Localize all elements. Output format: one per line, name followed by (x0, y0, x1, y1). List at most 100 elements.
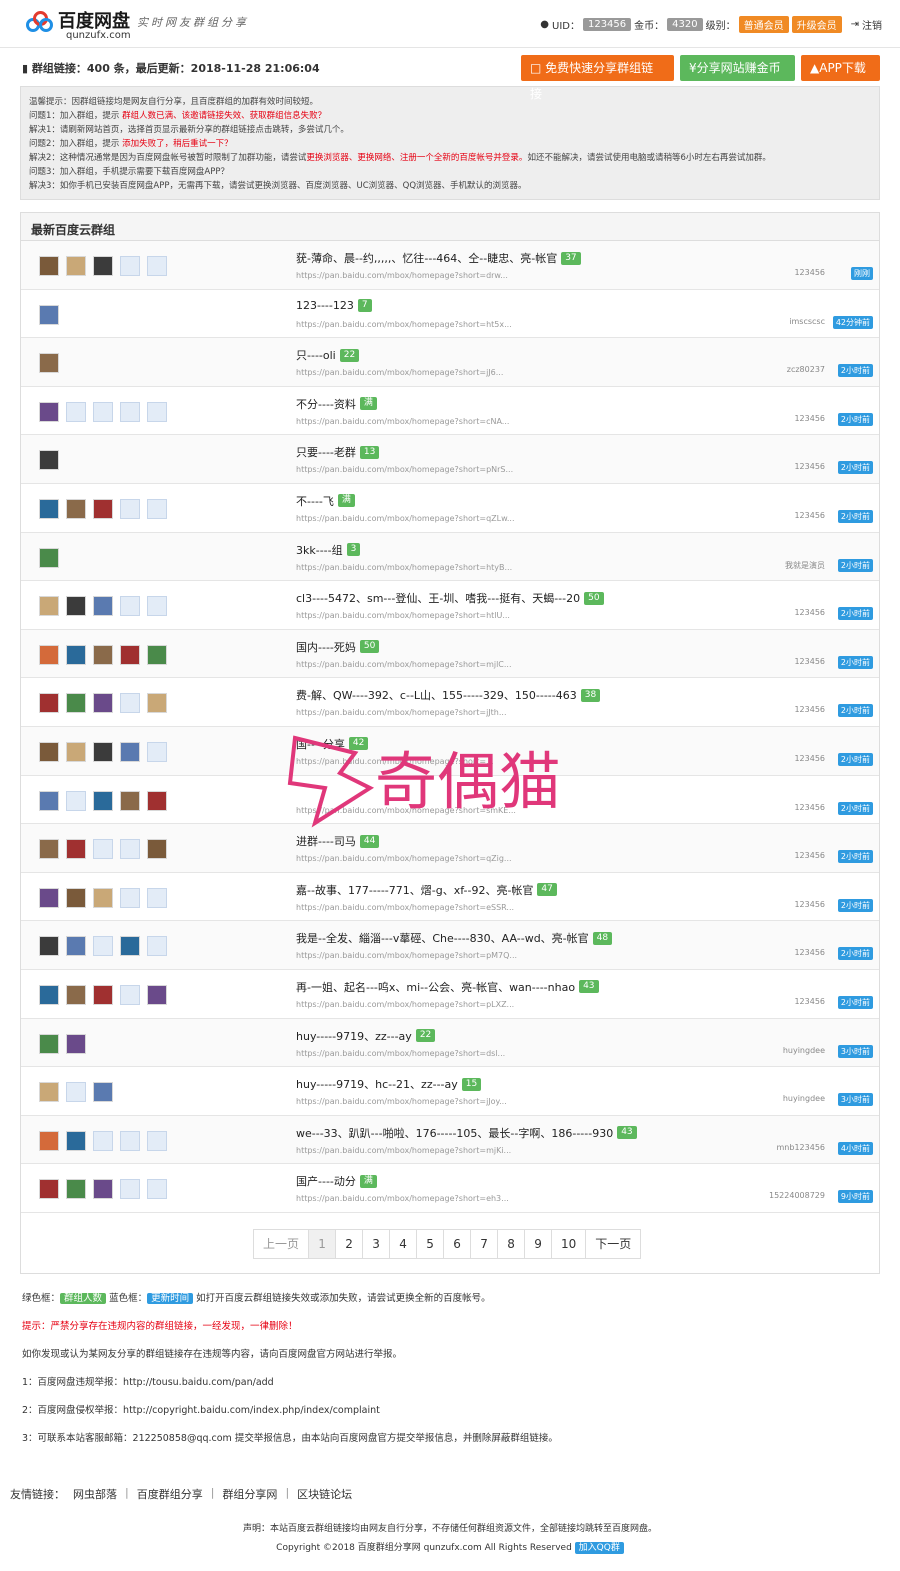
prev-page-button[interactable]: 上一页 (253, 1229, 310, 1259)
group-name[interactable]: 进群----司马 (296, 833, 356, 849)
share-group-button[interactable]: □ 免费快速分享群组链接 (521, 55, 674, 101)
group-name[interactable]: 3kk----组 (296, 542, 343, 558)
page-button[interactable]: 4 (389, 1229, 418, 1259)
avatar (120, 790, 140, 811)
group-row[interactable]: 国内----死妈 50 https://pan.baidu.com/mbox/hom… (21, 629, 879, 679)
group-row[interactable]: 嘉--故事、177-----771、熠-g、xf--92、亮-帐官 47 https… (21, 873, 879, 922)
group-link[interactable]: https://pan.baidu.com/mbox/homepage?shor… (296, 563, 512, 572)
group-name[interactable]: 再-一姐、起名---呜x、mi--公会、亮-帐官、wan----nhao (296, 979, 575, 995)
avatar (93, 1179, 113, 1200)
group-name[interactable]: 嘉--故事、177-----771、熠-g、xf--92、亮-帐官 (296, 882, 533, 898)
group-row[interactable]: 进群----司马 44 https://pan.baidu.com/mbox/hom… (21, 824, 879, 873)
app-download-button[interactable]: ▲APP下载 (801, 55, 880, 81)
group-row[interactable]: 国----分享 42 https://pan.baidu.com/mbox/home… (21, 726, 879, 776)
friend-link[interactable]: 网虫部落 (73, 1486, 117, 1502)
group-name[interactable]: 只----oli (296, 347, 336, 363)
group-link[interactable]: https://pan.baidu.com/mbox/homepage?shor… (296, 465, 513, 474)
group-link[interactable]: https://pan.baidu.com/mbox/homepage?shor… (296, 951, 517, 960)
member-avatars (39, 693, 167, 714)
logout-link[interactable]: 注销 (862, 17, 882, 32)
avatar (66, 790, 86, 811)
group-name[interactable]: 不----飞 (296, 493, 334, 509)
group-row[interactable]: 莸-薄命、晨--约,,,,,、忆往---464、仝--睫忠、亮-帐官 37 http… (21, 241, 879, 290)
group-name-line: 莸-薄命、晨--约,,,,,、忆往---464、仝--睫忠、亮-帐官 37 (296, 250, 581, 266)
sharer-name: zcz80237 (786, 365, 825, 375)
group-row[interactable]: 费-解、QW----392、c--L山、155-----329、150-----… (21, 678, 879, 727)
group-name[interactable]: cl3----5472、sm---登仙、王-圳、嗜我---挺有、天蝎---20 (296, 590, 580, 606)
group-name[interactable]: 我是--全发、緇淄---v蕐硜、Che----830、AA--wd、亮-帐官 (296, 930, 589, 946)
site-logo[interactable]: 百度网盘 qunzufx.com (26, 9, 131, 41)
group-link[interactable]: https://pan.baidu.com/mbox/homepage?shor… (296, 903, 514, 912)
group-name[interactable]: huy-----9719、hc--21、zz---ay (296, 1076, 458, 1092)
group-name[interactable]: 国产----动分 (296, 1173, 356, 1189)
upgrade-button[interactable]: 升级会员 (791, 16, 842, 33)
page-button[interactable]: 3 (362, 1229, 391, 1259)
earn-coins-button[interactable]: ¥分享网站赚金币 (680, 55, 795, 81)
next-page-button[interactable]: 下一页 (585, 1229, 642, 1259)
group-row[interactable]: 国产----动分满 https://pan.baidu.com/mbox/home… (21, 1164, 879, 1213)
group-row[interactable]: huy-----9719、hc--21、zz---ay 15 https://pan… (21, 1067, 879, 1116)
page-button[interactable]: 10 (551, 1229, 587, 1259)
group-row[interactable]: cl3----5472、sm---登仙、王-圳、嗜我---挺有、天蝎---20 5… (21, 581, 879, 630)
page-button[interactable]: 9 (524, 1229, 553, 1259)
group-link[interactable]: https://pan.baidu.com/mbox/homepage?shor… (296, 611, 510, 620)
group-link[interactable]: https://pan.baidu.com/mbox/homepage?shor… (296, 1146, 511, 1155)
group-link[interactable]: https://pan.baidu.com/mbox/homepage?shor… (296, 854, 512, 863)
group-name[interactable]: 只要----老群 (296, 444, 356, 460)
group-name[interactable]: 不分----资料 (296, 396, 356, 412)
group-link[interactable]: https://pan.baidu.com/mbox/homepage?shor… (296, 708, 506, 717)
group-row[interactable]: 再-一姐、起名---呜x、mi--公会、亮-帐官、wan----nhao 43 ht… (21, 970, 879, 1019)
user-icon: ● (540, 19, 549, 30)
friend-link[interactable]: 区块链论坛 (297, 1486, 352, 1502)
page-button[interactable]: 1 (308, 1229, 337, 1259)
separator: | (210, 1486, 215, 1499)
group-link[interactable]: https://pan.baidu.com/mbox/homepage?shor… (296, 271, 508, 280)
level-label: 级别： (705, 21, 736, 32)
group-row[interactable]: 只要----老群 13 https://pan.baidu.com/mbox/hom… (21, 435, 879, 484)
group-name[interactable]: huy-----9719、zz---ay (296, 1028, 412, 1044)
page-button[interactable]: 5 (416, 1229, 445, 1259)
group-link[interactable]: https://pan.baidu.com/mbox/homepage?shor… (296, 1000, 514, 1009)
report-link-2[interactable]: 2：百度网盘侵权举报：http://copyright.baidu.com/in… (22, 1402, 380, 1416)
avatar (66, 936, 86, 957)
page-button[interactable]: 7 (470, 1229, 499, 1259)
group-link[interactable]: https://pan.baidu.com/mbox/homepage?shor… (296, 757, 494, 766)
notice-line: 问题1：加入群组，提示 群组人数已满、该邀请链接失效、获取群组信息失败？ (29, 109, 871, 123)
group-row[interactable]: we---33、趴趴---啪啦、176-----105、最长--字啊、186--… (21, 1115, 879, 1165)
page-button[interactable]: 2 (335, 1229, 364, 1259)
group-link[interactable]: https://pan.baidu.com/mbox/homepage?shor… (296, 1049, 505, 1058)
group-link[interactable]: https://pan.baidu.com/mbox/homepage?shor… (296, 368, 503, 377)
group-row[interactable]: 3kk----组 3 https://pan.baidu.com/mbox/home… (21, 532, 879, 582)
group-name-line: 进群----司马 44 (296, 833, 380, 849)
group-link[interactable]: https://pan.baidu.com/mbox/homepage?shor… (296, 806, 516, 815)
group-row[interactable]: 我是--全发、緇淄---v蕐硜、Che----830、AA--wd、亮-帐官 48… (21, 921, 879, 970)
group-name[interactable]: 123----123 (296, 299, 354, 312)
group-row[interactable]: 只----oli 22 https://pan.baidu.com/mbox/hom… (21, 338, 879, 387)
group-row[interactable]: 123----123 7 https://pan.baidu.com/mbox/ho… (21, 290, 879, 339)
group-row[interactable]: huy-----9719、zz---ay 22 https://pan.baidu.… (21, 1018, 879, 1068)
group-link[interactable]: https://pan.baidu.com/mbox/homepage?shor… (296, 1194, 509, 1203)
member-count-badge: 38 (580, 688, 601, 702)
group-name[interactable]: we---33、趴趴---啪啦、176-----105、最长--字啊、186--… (296, 1125, 613, 1141)
group-row[interactable]: 不分----资料满 https://pan.baidu.com/mbox/home… (21, 387, 879, 436)
group-link[interactable]: https://pan.baidu.com/mbox/homepage?shor… (296, 514, 515, 523)
friend-link[interactable]: 群组分享网 (222, 1486, 277, 1502)
group-name[interactable]: 国----分享 (296, 736, 345, 752)
avatar (66, 1179, 86, 1200)
group-link[interactable]: https://pan.baidu.com/mbox/homepage?shor… (296, 417, 509, 426)
friend-link[interactable]: 百度群组分享 (137, 1486, 203, 1502)
page-button[interactable]: 8 (497, 1229, 526, 1259)
group-link[interactable]: https://pan.baidu.com/mbox/homepage?shor… (296, 320, 512, 329)
page-button[interactable]: 6 (443, 1229, 472, 1259)
notice-text: 解决1：请刷新网站首页，选择首页显示最新分享的群组链接点击跳转，多尝试几个。 (29, 125, 349, 135)
group-name[interactable]: 莸-薄命、晨--约,,,,,、忆往---464、仝--睫忠、亮-帐官 (296, 250, 557, 266)
join-qq-button[interactable]: 加入QQ群 (574, 1542, 624, 1554)
group-link[interactable]: https://pan.baidu.com/mbox/homepage?shor… (296, 660, 512, 669)
group-name[interactable]: 国内----死妈 (296, 639, 356, 655)
group-row[interactable]: https://pan.baidu.com/mbox/homepage?shor… (21, 776, 879, 825)
notice-text: 问题1：加入群组，提示 (29, 111, 123, 121)
group-name[interactable]: 费-解、QW----392、c--L山、155-----329、150-----… (296, 687, 577, 703)
group-link[interactable]: https://pan.baidu.com/mbox/homepage?shor… (296, 1097, 507, 1106)
report-link-1[interactable]: 1：百度网盘违规举报：http://tousu.baidu.com/pan/ad… (22, 1374, 274, 1388)
group-row[interactable]: 不----飞满 https://pan.baidu.com/mbox/homepa… (21, 484, 879, 533)
